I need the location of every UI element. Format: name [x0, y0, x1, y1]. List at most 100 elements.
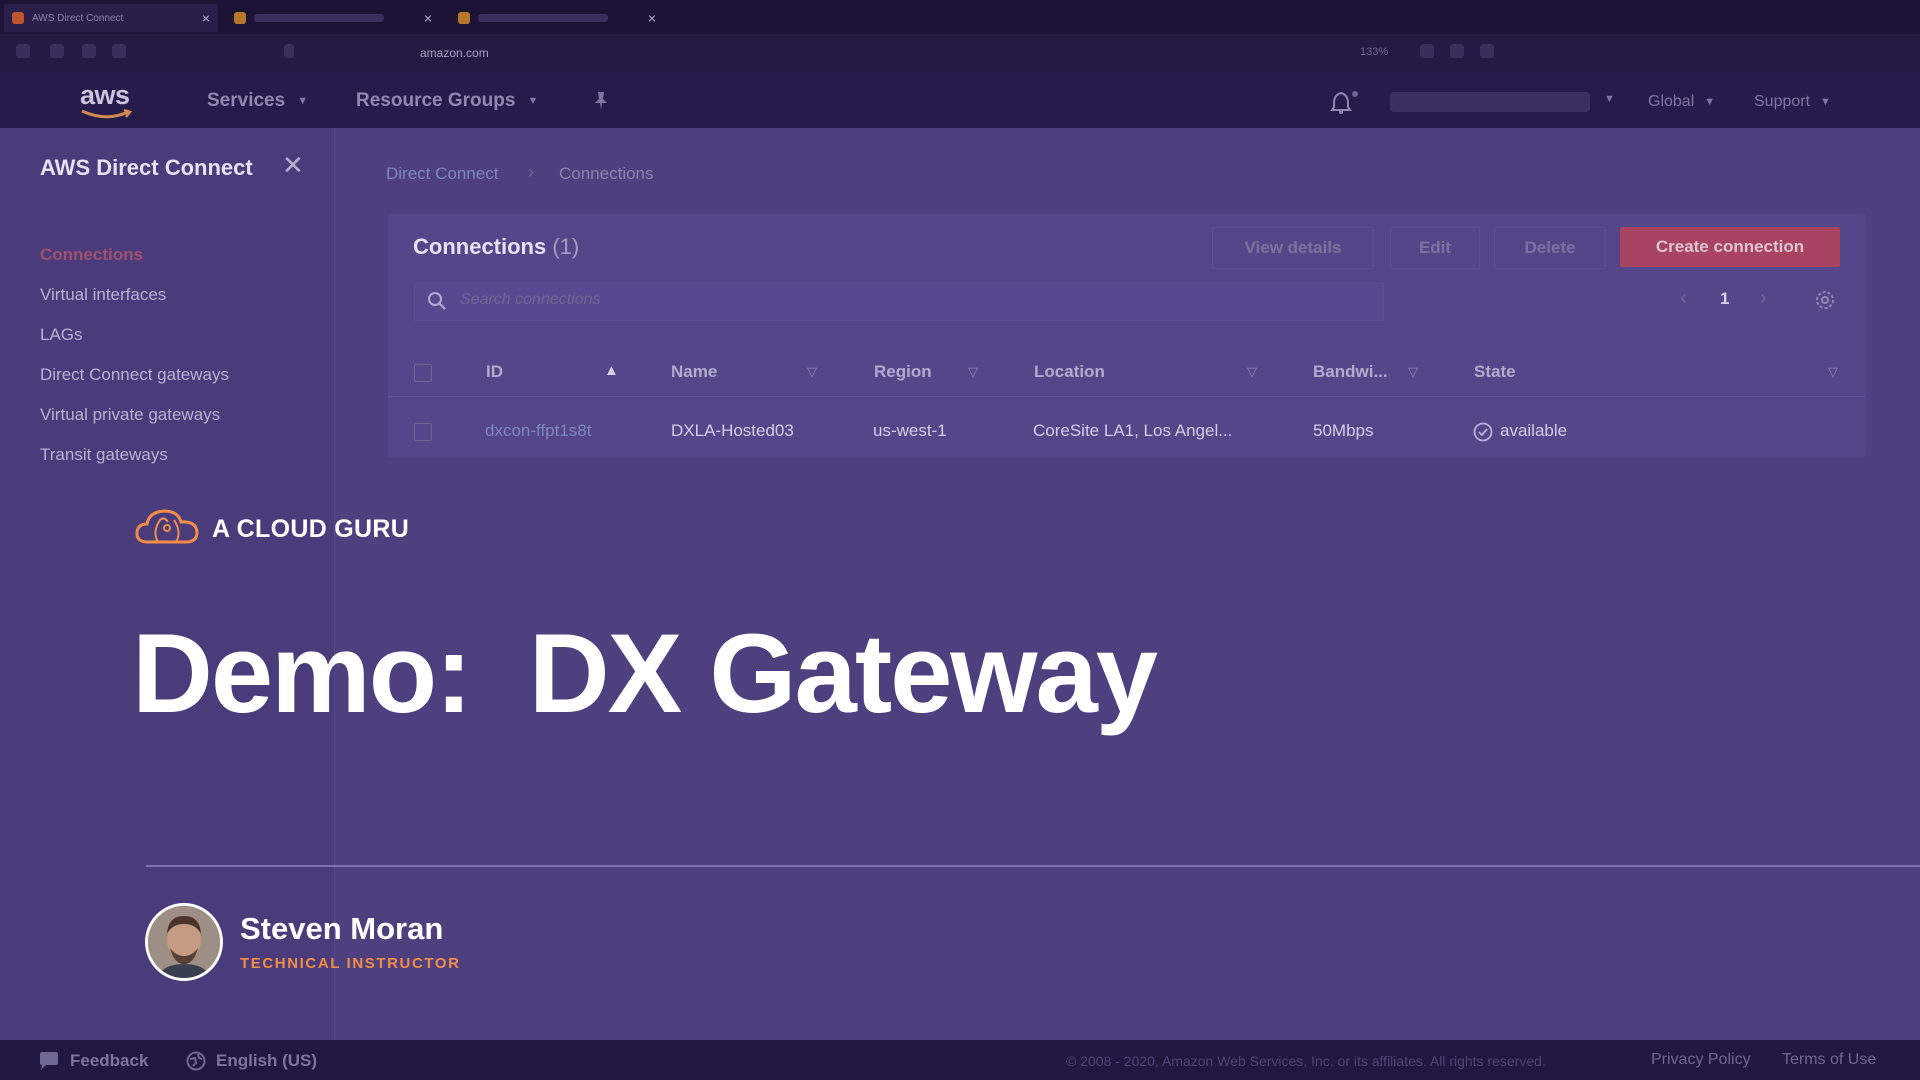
feedback-button[interactable]: Feedback	[38, 1051, 148, 1071]
page-number[interactable]: 1	[1720, 289, 1729, 309]
tab-favicon-icon	[458, 12, 470, 24]
feedback-label: Feedback	[70, 1051, 149, 1070]
connection-state: available	[1500, 421, 1568, 440]
gear-icon[interactable]	[1814, 289, 1836, 311]
connection-name: DXLA-Hosted03	[671, 421, 794, 440]
column-header-location[interactable]: Location	[1034, 362, 1105, 382]
notifications-bell-icon[interactable]	[1330, 89, 1360, 115]
overlay-divider	[146, 865, 1920, 867]
chevron-down-icon: ▼	[1604, 93, 1615, 105]
tab-favicon-icon	[234, 12, 246, 24]
support-menu[interactable]: Support ▼	[1754, 93, 1831, 111]
lock-icon	[284, 44, 294, 58]
zoom-level[interactable]: 133%	[1360, 46, 1388, 58]
language-selector[interactable]: English (US)	[186, 1051, 317, 1071]
sidebar-title: AWS Direct Connect	[40, 155, 253, 180]
sort-ascending-icon[interactable]: ▲	[604, 362, 619, 379]
connection-region: us-west-1	[873, 421, 947, 440]
home-icon[interactable]	[112, 44, 126, 58]
reload-icon[interactable]	[82, 44, 96, 58]
feedback-bubble-icon	[40, 1052, 58, 1070]
column-header-name[interactable]: Name	[671, 362, 717, 382]
connection-location: CoreSite LA1, Los Angel...	[1033, 421, 1233, 440]
connection-bandwidth: 50Mbps	[1313, 421, 1374, 440]
tab-title-blurred	[478, 14, 608, 22]
url-domain: amazon.com	[420, 46, 489, 60]
tab-close-icon[interactable]: ×	[424, 10, 440, 26]
create-connection-button[interactable]: Create connection	[1620, 227, 1840, 267]
pocket-icon[interactable]	[1450, 44, 1464, 58]
region-label: Global	[1648, 93, 1695, 110]
tab-favicon-icon	[12, 12, 24, 24]
column-header-id[interactable]: ID	[486, 362, 503, 382]
services-label: Services	[207, 90, 286, 111]
chevron-down-icon: ▼	[527, 95, 539, 107]
sort-icon[interactable]: ▽	[968, 364, 978, 380]
support-label: Support	[1754, 93, 1811, 110]
panel-title: Connections (1)	[413, 234, 579, 260]
sidebar-item-direct-connect-gateways[interactable]: Direct Connect gateways	[40, 365, 229, 385]
connection-id-link[interactable]: dxcon-ffpt1s8t	[485, 421, 591, 441]
check-circle-icon	[1473, 422, 1493, 442]
sidebar-item-virtual-private-gateways[interactable]: Virtual private gateways	[40, 405, 220, 425]
delete-button[interactable]: Delete	[1494, 227, 1606, 269]
privacy-policy-link[interactable]: Privacy Policy	[1651, 1051, 1751, 1069]
sort-icon[interactable]: ▽	[1828, 364, 1838, 380]
column-header-bandwidth[interactable]: Bandwi...	[1313, 362, 1388, 382]
browser-tab[interactable]: ×	[226, 4, 440, 32]
account-menu-caret[interactable]: ▼	[1604, 93, 1615, 105]
video-title: Demo: DX Gateway	[132, 611, 1158, 736]
sidebar-item-transit-gateways[interactable]: Transit gateways	[40, 445, 168, 465]
services-menu[interactable]: Services ▼	[207, 90, 308, 112]
sort-icon[interactable]: ▽	[1247, 364, 1257, 380]
pin-icon[interactable]	[590, 90, 612, 112]
tab-close-icon[interactable]: ×	[202, 10, 218, 26]
panel-title-text: Connections	[413, 234, 547, 259]
terms-of-use-link[interactable]: Terms of Use	[1782, 1051, 1876, 1069]
resource-groups-label: Resource Groups	[356, 90, 516, 111]
region-menu[interactable]: Global ▼	[1648, 93, 1715, 111]
browser-tab[interactable]: ×	[450, 4, 664, 32]
close-icon[interactable]: ✕	[282, 150, 304, 181]
select-all-checkbox[interactable]	[414, 364, 432, 382]
connections-count: (1)	[552, 234, 580, 259]
account-name-blurred[interactable]	[1390, 92, 1590, 112]
language-label: English (US)	[216, 1051, 318, 1070]
tab-close-icon[interactable]: ×	[648, 10, 664, 26]
table-divider	[388, 396, 1866, 397]
url-field[interactable]: amazon.com	[420, 46, 489, 60]
forward-icon[interactable]	[50, 44, 64, 58]
chevron-down-icon: ▼	[297, 95, 309, 107]
presenter-name: Steven Moran	[240, 911, 444, 946]
page-actions-icon[interactable]	[1420, 44, 1434, 58]
breadcrumb-direct-connect[interactable]: Direct Connect	[386, 164, 498, 184]
globe-icon	[186, 1051, 206, 1071]
tab-title: AWS Direct Connect	[32, 12, 124, 24]
aws-smile-icon	[81, 108, 133, 119]
sort-icon[interactable]: ▽	[1408, 364, 1418, 380]
sort-icon[interactable]: ▽	[807, 364, 817, 380]
sidebar-item-virtual-interfaces[interactable]: Virtual interfaces	[40, 285, 166, 305]
sidebar-item-connections[interactable]: Connections	[40, 245, 143, 265]
aws-logo[interactable]: aws	[80, 80, 130, 111]
next-page-icon[interactable]: ›	[1760, 287, 1767, 310]
view-details-button[interactable]: View details	[1212, 227, 1374, 269]
search-icon	[428, 292, 446, 310]
resource-groups-menu[interactable]: Resource Groups ▼	[356, 90, 538, 112]
breadcrumb-chevron-icon: ›	[528, 162, 534, 182]
row-checkbox[interactable]	[414, 423, 432, 441]
back-icon[interactable]	[16, 44, 30, 58]
avatar	[145, 903, 223, 981]
edit-button[interactable]: Edit	[1390, 227, 1480, 269]
cloud-logo-icon	[135, 509, 199, 544]
column-header-region[interactable]: Region	[874, 362, 932, 382]
chevron-down-icon: ▼	[1820, 96, 1831, 108]
chevron-down-icon: ▼	[1704, 96, 1716, 108]
presenter-photo	[148, 906, 220, 978]
previous-page-icon[interactable]: ‹	[1680, 287, 1687, 310]
bookmark-star-icon[interactable]	[1480, 44, 1494, 58]
sidebar-item-lags[interactable]: LAGs	[40, 325, 83, 345]
brand-name: A CLOUD GURU	[212, 515, 410, 543]
browser-tab[interactable]: AWS Direct Connect ×	[4, 4, 218, 32]
column-header-state[interactable]: State	[1474, 362, 1516, 382]
